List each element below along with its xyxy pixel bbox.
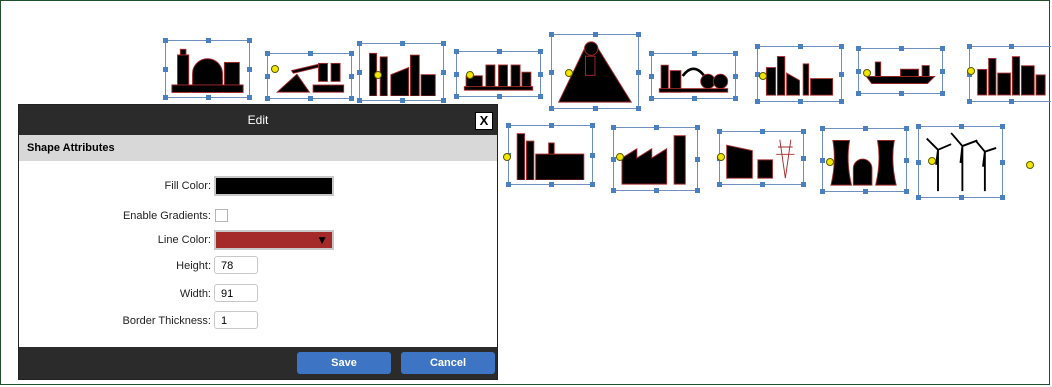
fill-color-row: Fill Color:	[19, 175, 499, 199]
nuclear-plant-icon[interactable]	[820, 126, 909, 194]
border-thickness-label: Border Thickness:	[122, 315, 211, 327]
height-row: Height: 78	[19, 255, 499, 279]
dialog-title: Edit	[247, 113, 269, 127]
width-row: Width: 91	[19, 283, 499, 307]
factory-skyline-icon[interactable]	[967, 44, 1051, 104]
border-thickness-row: Border Thickness: 1	[19, 310, 499, 334]
hydro-dam-icon[interactable]	[717, 129, 806, 187]
fill-color-label: Fill Color:	[164, 180, 211, 192]
cancel-button[interactable]: Cancel	[401, 352, 495, 374]
enable-gradients-label: Enable Gradients:	[122, 210, 211, 222]
industrial-buildings-icon[interactable]	[755, 44, 844, 104]
connection-point[interactable]	[863, 69, 871, 77]
dialog-footer: Save Cancel	[19, 347, 497, 379]
connection-point[interactable]	[616, 153, 624, 161]
fill-color-picker[interactable]	[214, 176, 334, 196]
connection-point[interactable]	[271, 65, 279, 73]
enable-gradients-checkbox[interactable]	[215, 209, 228, 222]
width-input[interactable]: 91	[214, 284, 258, 302]
connection-point[interactable]	[466, 71, 474, 79]
connection-point[interactable]	[967, 67, 975, 75]
chemical-plant-icon[interactable]	[506, 123, 595, 187]
connection-point[interactable]	[374, 71, 382, 79]
connection-point[interactable]	[503, 153, 511, 161]
line-color-label: Line Color:	[157, 234, 211, 246]
line-color-row: Line Color: ▼	[19, 229, 499, 253]
mining-conveyor-icon[interactable]	[265, 51, 354, 101]
connection-point[interactable]	[928, 157, 936, 165]
sawtooth-factory-icon[interactable]	[611, 125, 700, 193]
edit-dialog: Edit X Shape Attributes Fill Color: Enab…	[18, 104, 498, 380]
connection-point[interactable]	[759, 72, 767, 80]
connection-point[interactable]	[565, 69, 573, 77]
height-label: Height:	[176, 260, 211, 272]
section-header: Shape Attributes	[19, 135, 497, 161]
pulley-factory-icon[interactable]	[649, 51, 738, 101]
enable-gradients-row: Enable Gradients:	[19, 205, 499, 229]
height-input[interactable]: 78	[214, 256, 258, 274]
dialog-title-bar[interactable]: Edit X	[19, 105, 497, 135]
border-thickness-input[interactable]: 1	[214, 311, 258, 329]
processing-plant-icon[interactable]	[357, 41, 446, 103]
connection-point[interactable]	[1026, 161, 1034, 169]
refinery-icon[interactable]	[163, 38, 252, 100]
save-button[interactable]: Save	[297, 352, 391, 374]
chevron-down-icon: ▼	[316, 233, 328, 247]
close-button[interactable]: X	[475, 112, 493, 130]
connection-point[interactable]	[717, 153, 725, 161]
connection-point[interactable]	[826, 158, 834, 166]
width-label: Width:	[179, 288, 211, 300]
line-color-select[interactable]: ▼	[214, 230, 334, 250]
